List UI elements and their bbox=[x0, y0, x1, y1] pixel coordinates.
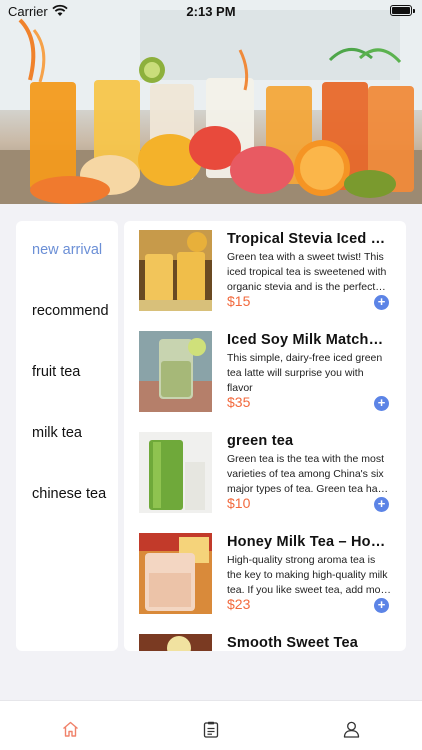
add-to-cart-button[interactable]: + bbox=[374, 598, 389, 613]
product-name: Tropical Stevia Iced Tea bbox=[227, 231, 390, 247]
category-item-fruit-tea[interactable]: fruit tea bbox=[16, 357, 118, 387]
product-item[interactable]: Iced Soy Milk Matcha Latte This simple, … bbox=[124, 322, 406, 423]
product-description: High-quality strong aroma tea is the key… bbox=[227, 554, 390, 596]
product-price: $35 bbox=[227, 394, 251, 410]
add-to-cart-button[interactable]: + bbox=[374, 497, 389, 512]
battery-icon bbox=[390, 5, 415, 16]
product-name: Smooth Sweet Tea bbox=[227, 635, 359, 651]
profile-icon bbox=[343, 721, 360, 738]
clock-time: 2:13 PM bbox=[186, 4, 236, 19]
product-name: Honey Milk Tea – Hong Kong Style bbox=[227, 534, 390, 550]
category-item-new-arrival[interactable]: new arrival bbox=[16, 235, 118, 265]
tab-profile[interactable] bbox=[280, 701, 420, 750]
category-item-recommend[interactable]: recommend bbox=[16, 296, 118, 326]
product-item[interactable]: Smooth Sweet Tea bbox=[124, 625, 406, 651]
product-item[interactable]: Honey Milk Tea – Hong Kong Style High-qu… bbox=[124, 524, 406, 625]
product-price: $15 bbox=[227, 293, 251, 309]
product-description: This simple, dairy-free iced green tea l… bbox=[227, 352, 383, 394]
product-image-honey-milk-tea bbox=[139, 533, 212, 614]
product-name: Iced Soy Milk Matcha Latte bbox=[227, 332, 390, 348]
product-price: $23 bbox=[227, 596, 251, 612]
add-to-cart-button[interactable]: + bbox=[374, 295, 389, 310]
order-list-icon bbox=[203, 721, 219, 738]
tab-home[interactable] bbox=[0, 701, 140, 750]
product-description: Green tea is the tea with the most varie… bbox=[227, 453, 392, 495]
product-image-tropical-tea bbox=[139, 230, 212, 311]
product-image-sweet-tea bbox=[139, 634, 212, 651]
home-icon bbox=[63, 721, 78, 737]
product-name: green tea bbox=[227, 433, 294, 449]
bottom-tab-bar bbox=[0, 700, 422, 750]
product-item[interactable]: Tropical Stevia Iced Tea Green tea with … bbox=[124, 221, 406, 322]
add-to-cart-button[interactable]: + bbox=[374, 396, 389, 411]
product-price: $10 bbox=[227, 495, 251, 511]
category-item-milk-tea[interactable]: milk tea bbox=[16, 418, 118, 448]
tab-orders[interactable] bbox=[140, 701, 280, 750]
product-image-matcha-latte bbox=[139, 331, 212, 412]
category-sidebar: new arrival recommend fruit tea milk tea… bbox=[16, 221, 118, 651]
product-list: Tropical Stevia Iced Tea Green tea with … bbox=[124, 221, 406, 651]
category-item-chinese-tea[interactable]: chinese tea bbox=[16, 479, 118, 509]
product-item[interactable]: green tea Green tea is the tea with the … bbox=[124, 423, 406, 524]
status-bar: Carrier 2:13 PM bbox=[0, 0, 422, 22]
hero-banner-image bbox=[0, 0, 422, 204]
product-description: Green tea with a sweet twist! This iced … bbox=[227, 251, 387, 293]
product-image-green-tea bbox=[139, 432, 212, 513]
